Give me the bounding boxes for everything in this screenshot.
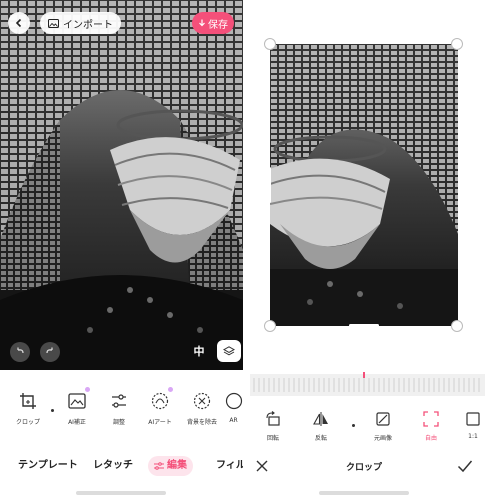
tool-label: 調整	[112, 419, 125, 426]
tool-ai-art[interactable]: AIアート	[140, 387, 180, 426]
tool-remove-background[interactable]: 背景を除去	[182, 390, 222, 426]
chevron-left-icon	[15, 18, 22, 28]
crop-edge-left[interactable]	[268, 167, 271, 203]
flip-icon	[313, 412, 328, 426]
compare-icon: 中	[193, 345, 205, 358]
home-indicator	[76, 491, 166, 495]
separator-dot	[352, 424, 355, 427]
crop-tool-flip[interactable]: 反転	[301, 410, 341, 442]
architecture-photo	[0, 0, 243, 370]
tool-label: AIアート	[148, 419, 172, 426]
crop-preview[interactable]	[270, 44, 458, 326]
download-arrow-icon	[199, 19, 205, 27]
save-label: 保存	[208, 19, 228, 31]
architecture-photo-cropped	[270, 44, 458, 326]
crop-tool-rotate[interactable]: 回転	[253, 410, 293, 442]
tool-ai-enhance[interactable]: AI補正	[57, 387, 97, 426]
tool-label: 背景を除去	[186, 419, 217, 426]
redo-button[interactable]	[40, 342, 60, 362]
sliders-icon	[154, 462, 164, 470]
home-indicator-right	[319, 491, 409, 495]
crop-tool-label: 反転	[314, 435, 327, 442]
ruler-ticks	[253, 378, 480, 392]
crop-tool-original[interactable]: 元画像	[363, 410, 403, 442]
new-badge-dot	[168, 387, 173, 392]
tool-label: AR	[229, 417, 238, 424]
tab-edit[interactable]: 編集	[148, 456, 193, 476]
tab-edit-label: 編集	[167, 460, 187, 471]
layers-button[interactable]	[217, 340, 241, 362]
redo-icon	[46, 347, 53, 354]
square-ratio-icon	[466, 412, 480, 426]
crop-handle-top-left[interactable]	[264, 38, 276, 50]
crop-icon	[20, 393, 36, 409]
crop-tool-label: 回転	[266, 435, 279, 442]
ai-art-icon	[151, 392, 169, 410]
rotation-ruler[interactable]	[250, 374, 485, 396]
crop-tool-square[interactable]: 1:1	[461, 410, 485, 440]
crop-handle-bottom-right[interactable]	[451, 320, 463, 332]
app-screen: インポート 保存 中 クロップ AI補正 調整 AIアート 背景を除去 AR テ…	[0, 0, 485, 500]
tool-bar: クロップ AI補正 調整 AIアート 背景を除去 AR	[0, 387, 243, 430]
remove-background-icon	[193, 392, 211, 410]
tab-template[interactable]: テンプレート	[18, 456, 78, 476]
ai-enhance-icon	[68, 393, 86, 409]
ruler-center-marker	[363, 372, 365, 378]
layers-icon	[223, 345, 235, 355]
tool-crop[interactable]: クロップ	[8, 390, 48, 426]
crop-tool-free[interactable]: 自由	[411, 410, 451, 442]
tool-label: AI補正	[68, 419, 86, 426]
ar-icon	[225, 392, 242, 410]
save-button[interactable]: 保存	[192, 12, 234, 34]
image-import-icon	[48, 18, 59, 28]
photo-canvas[interactable]	[0, 0, 243, 370]
crop-tool-label: 1:1	[468, 433, 478, 440]
tool-ar[interactable]: AR	[224, 390, 243, 424]
crop-tool-label: 元画像	[373, 435, 392, 442]
crop-tool-label: 自由	[424, 435, 437, 442]
rotate-icon	[266, 411, 280, 426]
crop-handle-top-right[interactable]	[451, 38, 463, 50]
free-crop-icon	[423, 411, 439, 427]
check-icon[interactable]	[457, 459, 473, 473]
undo-button[interactable]	[10, 342, 30, 362]
crop-title: クロップ	[345, 463, 382, 473]
crop-action-bar: クロップ	[243, 452, 485, 480]
undo-icon	[17, 347, 24, 354]
original-ratio-icon	[376, 412, 390, 426]
tab-retouch[interactable]: レタッチ	[93, 456, 133, 476]
import-label: インポート	[63, 19, 113, 31]
crop-tool-bar: 回転 反転 元画像 自由 1:1	[243, 410, 485, 446]
separator-dot	[51, 409, 54, 412]
adjust-sliders-icon	[112, 394, 126, 408]
new-badge-dot	[85, 387, 90, 392]
back-button[interactable]	[8, 12, 30, 34]
editor-panel: インポート 保存 中 クロップ AI補正 調整 AIアート 背景を除去 AR テ…	[0, 0, 246, 500]
tool-label: クロップ	[15, 419, 40, 426]
tab-filter[interactable]: フィル	[216, 456, 246, 476]
crop-edge-bottom[interactable]	[349, 324, 379, 327]
compare-button[interactable]: 中	[190, 342, 208, 360]
bottom-tabs: テンプレート レタッチ 編集 フィル	[0, 456, 246, 476]
tool-adjust[interactable]: 調整	[99, 390, 139, 426]
crop-handle-bottom-left[interactable]	[264, 320, 276, 332]
import-button[interactable]: インポート	[40, 12, 121, 34]
